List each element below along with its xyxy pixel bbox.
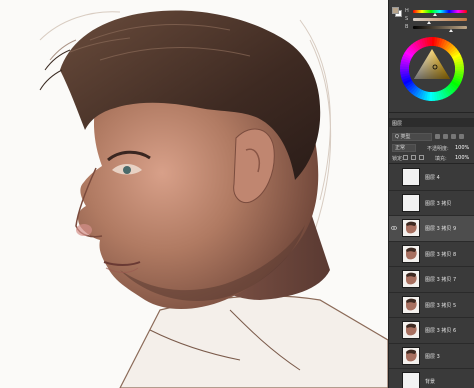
fill-label: 填充: — [435, 156, 447, 162]
layer-name: 图层 3 — [425, 353, 440, 360]
layer-name: 图层 3 拷贝 6 — [425, 328, 457, 334]
layer-name: 图层 3 拷贝 8 — [425, 251, 457, 258]
layer-thumbnail — [402, 244, 420, 263]
visibility-eye-icon[interactable] — [391, 201, 397, 205]
layer-thumbnail — [402, 193, 420, 212]
opacity-value[interactable]: 100% — [455, 145, 469, 151]
layer-thumbnail — [402, 372, 420, 388]
canvas-artwork[interactable] — [0, 0, 388, 388]
saturation-slider[interactable]: S — [405, 16, 467, 24]
lock-icons — [403, 155, 424, 160]
lock-label: 锁定: — [392, 156, 404, 162]
shape-filter-icon[interactable] — [459, 134, 464, 139]
color-wheel[interactable] — [399, 36, 465, 102]
slider-letter: B — [405, 24, 409, 30]
tab-layers[interactable]: 图层 — [392, 120, 402, 127]
layer-thumbnail — [402, 321, 420, 339]
layer-row[interactable]: 图层 4 — [389, 165, 474, 191]
visibility-eye-icon[interactable] — [391, 252, 397, 256]
layer-filter-icons — [435, 134, 464, 139]
layer-row[interactable]: 图层 3 拷贝 7 — [389, 267, 474, 293]
layer-row[interactable]: 图层 3 拷贝 6 — [389, 318, 474, 344]
layer-thumbnail — [402, 270, 420, 288]
lock-transparency-icon[interactable] — [403, 155, 408, 160]
layer-row[interactable]: 图层 3 — [389, 344, 474, 369]
visibility-eye-icon[interactable] — [391, 354, 397, 358]
layer-row[interactable]: 图层 3 拷贝 5 — [389, 293, 474, 318]
layer-name: 图层 4 — [425, 175, 440, 181]
layer-row[interactable]: 图层 3 拷贝 — [389, 191, 474, 216]
hue-slider[interactable]: H — [405, 8, 467, 16]
layers-list: 图层 4 图层 3 拷贝 图层 3 拷贝 9 图层 3 拷贝 8 图层 3 拷贝 7 图层… — [389, 165, 474, 388]
layers-tab-strip: 图层 — [389, 118, 474, 127]
slider-letter: H — [405, 8, 409, 14]
visibility-eye-icon[interactable] — [391, 303, 397, 307]
lock-pixels-icon[interactable] — [411, 155, 416, 160]
pixel-filter-icon[interactable] — [435, 134, 440, 139]
blend-mode-select[interactable]: 正常 — [392, 144, 416, 152]
lock-position-icon[interactable] — [419, 155, 424, 160]
layer-thumbnail — [402, 168, 420, 186]
layer-row[interactable]: 图层 3 拷贝 8 — [389, 242, 474, 267]
layer-thumbnail — [402, 346, 420, 365]
portrait-painting — [39, 10, 388, 388]
layer-name: 图层 3 拷贝 7 — [425, 277, 457, 283]
slider-letter: S — [405, 16, 409, 22]
layer-name: 背景 — [425, 379, 436, 385]
layer-name: 图层 3 拷贝 — [425, 200, 452, 207]
visibility-eye-icon[interactable] — [391, 379, 397, 383]
brightness-slider[interactable]: B — [405, 24, 467, 32]
layer-thumbnail — [402, 219, 420, 237]
visibility-eye-icon[interactable] — [391, 277, 397, 281]
layer-row[interactable]: 图层 3 拷贝 9 — [389, 216, 474, 242]
visibility-eye-icon[interactable] — [391, 328, 397, 332]
layer-row[interactable]: 背景 — [389, 369, 474, 388]
adjustment-filter-icon[interactable] — [443, 134, 448, 139]
layer-kind-filter[interactable]: Q 类型 — [392, 133, 432, 141]
fill-value[interactable]: 100% — [455, 155, 469, 161]
opacity-label: 不透明度: — [427, 146, 449, 152]
type-filter-icon[interactable] — [451, 134, 456, 139]
layer-name: 图层 3 拷贝 5 — [425, 302, 457, 309]
layer-name: 图层 3 拷贝 9 — [425, 226, 457, 232]
visibility-eye-icon[interactable] — [390, 226, 398, 230]
visibility-eye-icon[interactable] — [391, 175, 397, 179]
layer-thumbnail — [402, 295, 420, 314]
right-panel: H S B 图层 Q 类型 正常 不透明度: 100% 锁定: 填充: 100%… — [388, 0, 474, 388]
foreground-color-swatch[interactable] — [392, 7, 399, 14]
